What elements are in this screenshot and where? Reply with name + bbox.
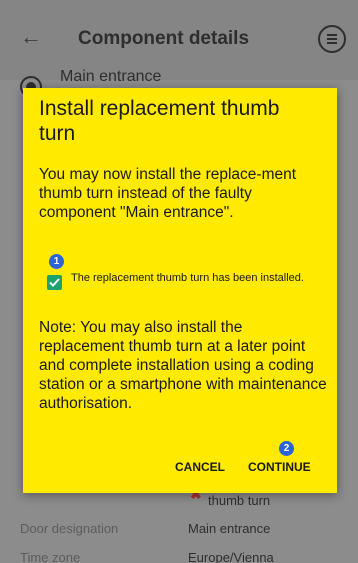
cancel-button[interactable]: CANCEL [175,460,225,474]
menu-list-icon[interactable] [318,25,346,53]
dialog-body-text: You may now install the replace-ment thu… [39,166,297,221]
continue-button[interactable]: CONTINUE [248,460,311,474]
checkmark-icon [49,278,60,287]
time-zone-label: Time zone [20,550,81,563]
component-name: Main entrance [60,68,162,85]
step-badge-1: 1 [49,254,64,269]
dialog-note-text: Note: You may also install the replaceme… [39,319,327,412]
install-dialog: Install replacement thumb turn You may n… [23,88,337,493]
app-bar: ← Component details [0,0,358,80]
dialog-title: Install replacement thumb turn [39,97,280,145]
installed-checkbox[interactable] [47,275,62,290]
step-badge-2: 2 [279,441,294,456]
time-zone-value: Europe/Vienna [188,550,274,563]
checkbox-label[interactable]: The replacement thumb turn has been inst… [71,271,321,285]
page-title: Component details [78,28,250,49]
door-designation-label: Door designation [20,521,119,536]
door-designation-value: Main entrance [188,521,271,536]
back-arrow-icon[interactable]: ← [20,26,42,48]
thumb-turn-label: thumb turn [208,493,271,508]
